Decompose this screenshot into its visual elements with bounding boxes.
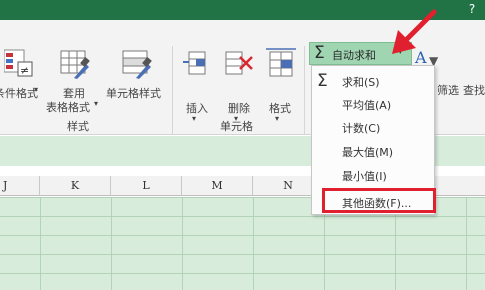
delete-cells-icon bbox=[225, 51, 253, 75]
insert-button[interactable]: 插入 ▾ bbox=[180, 48, 214, 123]
cells-group-label: 单元格 bbox=[220, 120, 253, 133]
chevron-down-icon: ▾ bbox=[34, 85, 39, 94]
menu-item-average[interactable]: 平均值(A) bbox=[312, 93, 434, 115]
column-header-j[interactable]: J bbox=[0, 176, 40, 196]
cell-style-label: 单元格样式 bbox=[106, 87, 161, 100]
format-as-table-button[interactable]: 套用 表格格式 ▾ bbox=[46, 48, 104, 114]
table-format-icon bbox=[60, 50, 90, 79]
find-label[interactable]: 查找 bbox=[463, 82, 485, 98]
menu-item-min[interactable]: 最小值(I) bbox=[312, 164, 434, 186]
highlight-box-annotation bbox=[322, 188, 436, 213]
insert-label: 插入 bbox=[186, 102, 208, 115]
group-separator bbox=[304, 46, 305, 134]
delete-button[interactable]: 删除 ▾ bbox=[220, 48, 258, 123]
help-icon[interactable]: ? bbox=[459, 0, 485, 20]
format-cells-icon bbox=[266, 48, 296, 77]
conditional-format-icon: ≠ bbox=[4, 49, 33, 77]
sigma-icon: Σ bbox=[317, 71, 328, 91]
conditional-format-button[interactable]: ≠ 条件格式 ▾ bbox=[0, 48, 42, 108]
cell-style-icon bbox=[122, 50, 152, 79]
chevron-down-icon: ▾ bbox=[94, 99, 99, 108]
menu-item-max[interactable]: 最大值(M) bbox=[312, 140, 434, 162]
menu-item-count[interactable]: 计数(C) bbox=[312, 116, 434, 138]
red-arrow-annotation bbox=[392, 9, 437, 54]
conditional-format-label: 条件格式 bbox=[0, 87, 38, 100]
insert-cells-icon bbox=[183, 51, 206, 75]
styles-group-label: 样式 bbox=[67, 120, 89, 133]
column-header-m[interactable]: M bbox=[182, 176, 253, 196]
format-label: 格式 bbox=[269, 102, 291, 115]
sigma-icon: Σ bbox=[314, 43, 325, 63]
chevron-down-icon: ▾ bbox=[275, 114, 280, 123]
chevron-down-icon: ▾ bbox=[192, 114, 197, 123]
column-header-l[interactable]: L bbox=[111, 176, 182, 196]
group-separator bbox=[172, 46, 173, 134]
menu-item-label: 求和(S) bbox=[342, 76, 380, 89]
cell-style-button[interactable]: 单元格样式 bbox=[104, 48, 168, 108]
svg-text:≠: ≠ bbox=[20, 64, 29, 77]
format-as-table-label-line2: 表格格式 bbox=[46, 101, 90, 114]
column-header-k[interactable]: K bbox=[40, 176, 111, 196]
menu-item-label: 平均值(A) bbox=[342, 99, 392, 112]
menu-item-sum[interactable]: Σ 求和(S) bbox=[312, 70, 434, 92]
format-button[interactable]: 格式 ▾ bbox=[262, 48, 300, 123]
menu-item-label: 最小值(I) bbox=[342, 170, 387, 183]
autosum-label: 自动求和 bbox=[332, 49, 376, 62]
filter-label[interactable]: 筛选 bbox=[437, 82, 459, 98]
menu-item-label: 计数(C) bbox=[342, 122, 381, 135]
menu-item-label: 最大值(M) bbox=[342, 146, 394, 159]
delete-label: 删除 bbox=[228, 102, 250, 115]
